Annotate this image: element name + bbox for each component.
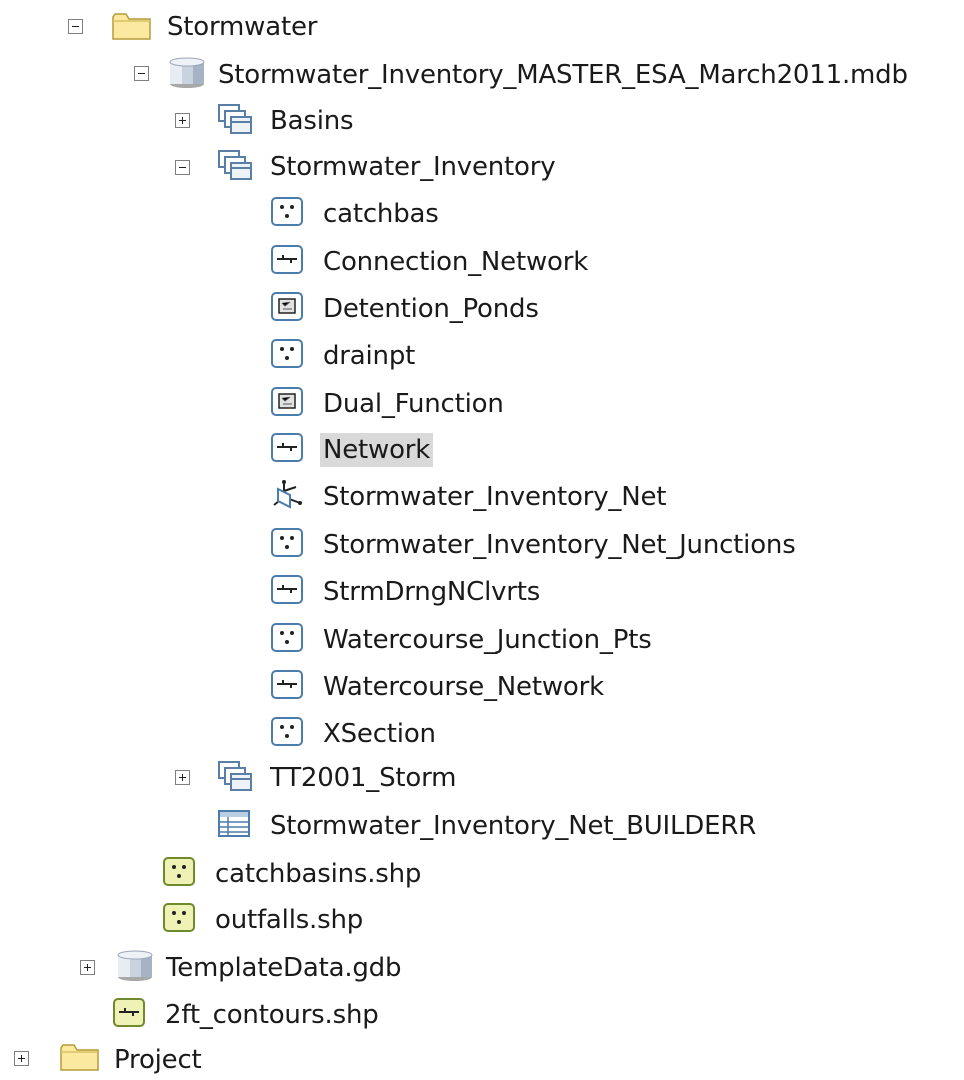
tree-node-tt2001-storm[interactable]: TT2001_Storm xyxy=(267,758,459,798)
expand-toggle[interactable] xyxy=(175,113,190,128)
tree-node-project[interactable]: Project xyxy=(111,1040,205,1080)
shapefile-line-icon xyxy=(112,997,148,1029)
collapse-toggle[interactable] xyxy=(134,66,149,81)
node-label: Watercourse_Junction_Pts xyxy=(323,625,652,655)
tree-node-stormwater-inventory-net[interactable]: Stormwater_Inventory_Net xyxy=(320,477,669,517)
node-label: drainpt xyxy=(323,341,416,371)
point-feature-class-icon xyxy=(270,196,306,228)
tree-node-outfalls-shp[interactable]: outfalls.shp xyxy=(212,900,366,940)
node-label: catchbasins.shp xyxy=(215,859,422,889)
tree-node-connection-network[interactable]: Connection_Network xyxy=(320,242,591,282)
feature-dataset-icon xyxy=(217,103,253,137)
point-feature-class-icon xyxy=(270,622,306,654)
tree-node-dual-function[interactable]: Dual_Function xyxy=(320,384,507,424)
node-label: Project xyxy=(114,1045,202,1075)
node-label: StrmDrngNClvrts xyxy=(323,577,541,607)
tree-node-catchbasins-shp[interactable]: catchbasins.shp xyxy=(212,854,424,894)
catalog-tree: Stormwater Stormwater_Inventory_MASTER_E… xyxy=(0,0,964,1075)
node-label: Connection_Network xyxy=(323,247,589,277)
tree-node-stormwater-inventory[interactable]: Stormwater_Inventory xyxy=(267,147,558,187)
collapse-toggle[interactable] xyxy=(175,160,190,175)
node-label: TemplateData.gdb xyxy=(166,953,402,983)
feature-dataset-icon xyxy=(217,149,253,183)
point-feature-class-icon xyxy=(270,338,306,370)
folder-icon xyxy=(60,1042,100,1072)
node-label: Detention_Ponds xyxy=(323,294,539,324)
node-label: 2ft_contours.shp xyxy=(165,1000,379,1030)
tree-node-stormwater-inventory-net-junctions[interactable]: Stormwater_Inventory_Net_Junctions xyxy=(320,525,799,565)
expand-toggle[interactable] xyxy=(80,960,95,975)
node-label: catchbas xyxy=(323,199,439,229)
geodatabase-icon xyxy=(115,950,155,982)
tree-node-2ft-contours-shp[interactable]: 2ft_contours.shp xyxy=(162,995,382,1035)
shapefile-point-icon xyxy=(162,902,198,934)
folder-icon xyxy=(112,11,152,41)
node-label: Basins xyxy=(270,106,354,136)
database-icon xyxy=(167,57,207,89)
tree-node-watercourse-network[interactable]: Watercourse_Network xyxy=(320,667,607,707)
node-label: Stormwater_Inventory_Net xyxy=(323,482,667,512)
tree-node-xsection[interactable]: XSection xyxy=(320,714,439,754)
tree-node-network[interactable]: Network xyxy=(320,430,434,470)
tree-node-builderr-table[interactable]: Stormwater_Inventory_Net_BUILDERR xyxy=(267,806,759,846)
node-label: outfalls.shp xyxy=(215,905,364,935)
tree-node-catchbas[interactable]: catchbas xyxy=(320,194,442,234)
node-label: Watercourse_Network xyxy=(323,672,604,702)
point-feature-class-icon xyxy=(270,527,306,559)
collapse-toggle[interactable] xyxy=(68,19,83,34)
node-label: Dual_Function xyxy=(323,389,504,419)
tree-node-detention-ponds[interactable]: Detention_Ponds xyxy=(320,289,542,329)
tree-node-watercourse-junction-pts[interactable]: Watercourse_Junction_Pts xyxy=(320,620,655,660)
node-label: XSection xyxy=(323,719,436,749)
node-label: Stormwater_Inventory_MASTER_ESA_March201… xyxy=(218,60,908,90)
table-icon xyxy=(217,808,253,840)
tree-node-templatedata-gdb[interactable]: TemplateData.gdb xyxy=(163,948,404,988)
polygon-feature-class-icon xyxy=(270,291,306,323)
tree-node-stormwater[interactable]: Stormwater xyxy=(164,7,320,47)
tree-node-basins[interactable]: Basins xyxy=(267,101,356,141)
node-label: Network xyxy=(320,433,434,467)
node-label: Stormwater_Inventory_Net_BUILDERR xyxy=(270,811,757,841)
expand-toggle[interactable] xyxy=(175,770,190,785)
tree-node-mdb[interactable]: Stormwater_Inventory_MASTER_ESA_March201… xyxy=(215,55,911,95)
line-feature-class-icon xyxy=(270,669,306,701)
line-feature-class-icon xyxy=(270,574,306,606)
point-feature-class-icon xyxy=(270,716,306,748)
expand-toggle[interactable] xyxy=(14,1051,29,1066)
polygon-feature-class-icon xyxy=(270,386,306,418)
line-feature-class-icon xyxy=(270,244,306,276)
line-feature-class-icon xyxy=(270,432,306,464)
node-label: TT2001_Storm xyxy=(270,763,457,793)
tree-node-strmdrngnclvrts[interactable]: StrmDrngNClvrts xyxy=(320,572,543,612)
node-label: Stormwater_Inventory xyxy=(270,152,556,182)
geometric-network-icon xyxy=(270,479,306,513)
feature-dataset-icon xyxy=(217,760,253,794)
tree-node-drainpt[interactable]: drainpt xyxy=(320,336,418,376)
node-label: Stormwater xyxy=(167,12,318,42)
shapefile-point-icon xyxy=(162,856,198,888)
node-label: Stormwater_Inventory_Net_Junctions xyxy=(323,530,796,560)
